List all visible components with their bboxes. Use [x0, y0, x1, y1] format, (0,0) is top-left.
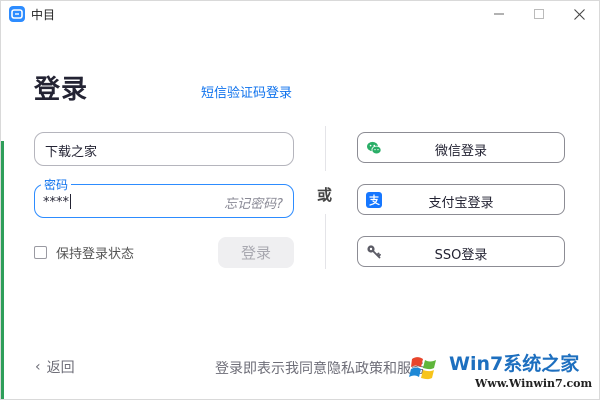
- site-watermark: Win7系统之家 Www.Winwin7.com: [409, 349, 599, 397]
- maximize-icon: [534, 9, 544, 19]
- minimize-button[interactable]: [479, 1, 519, 27]
- password-field[interactable]: 密码 **** 忘记密码?: [34, 176, 294, 218]
- sso-login-label: SSO登录: [434, 248, 488, 263]
- remember-label: 保持登录状态: [56, 247, 135, 262]
- remember-checkbox[interactable]: [34, 246, 47, 259]
- account-field[interactable]: 下载之家: [34, 132, 294, 166]
- divider-top: [325, 126, 326, 171]
- account-value: 下载之家: [45, 145, 98, 160]
- sso-login-button[interactable]: SSO登录: [357, 236, 565, 267]
- or-separator: 或: [317, 186, 333, 204]
- divider-bottom: [325, 214, 326, 269]
- terms-notice: 登录即表示我同意隐私政策和服务: [215, 361, 425, 377]
- back-label: 返回: [46, 360, 75, 376]
- login-button[interactable]: 登录: [218, 237, 294, 268]
- text-caret: [70, 194, 71, 209]
- page-title: 登录: [34, 75, 89, 105]
- watermark-brand: Win7系统之家: [449, 353, 580, 375]
- login-window: 中目 登录 短信验证码登录 下载之家 密码 **** 忘记密码? 保持登录状态 …: [0, 0, 600, 400]
- alipay-login-label: 支付宝登录: [428, 196, 494, 211]
- sms-login-link[interactable]: 短信验证码登录: [201, 82, 292, 101]
- back-button[interactable]: ‹ 返回: [35, 357, 75, 377]
- alipay-login-button[interactable]: 支付宝登录: [357, 184, 565, 215]
- side-strip: [1, 141, 4, 399]
- title-bar: 中目: [1, 1, 599, 27]
- wechat-login-label: 微信登录: [434, 144, 487, 159]
- wechat-login-button[interactable]: 微信登录: [357, 132, 565, 163]
- close-button[interactable]: [559, 1, 599, 27]
- password-label: 密码: [41, 176, 72, 193]
- window-title: 中目: [31, 8, 56, 22]
- close-icon: [573, 8, 585, 20]
- password-value: ****: [43, 194, 71, 210]
- forgot-password-link[interactable]: 忘记密码?: [224, 193, 283, 212]
- app-logo-icon: [9, 6, 25, 22]
- chevron-left-icon: ‹: [35, 359, 41, 375]
- maximize-button[interactable]: [519, 1, 559, 27]
- minimize-icon: [494, 13, 504, 15]
- remember-login-option[interactable]: 保持登录状态: [34, 243, 134, 262]
- watermark-url: Www.Winwin7.com: [475, 377, 593, 390]
